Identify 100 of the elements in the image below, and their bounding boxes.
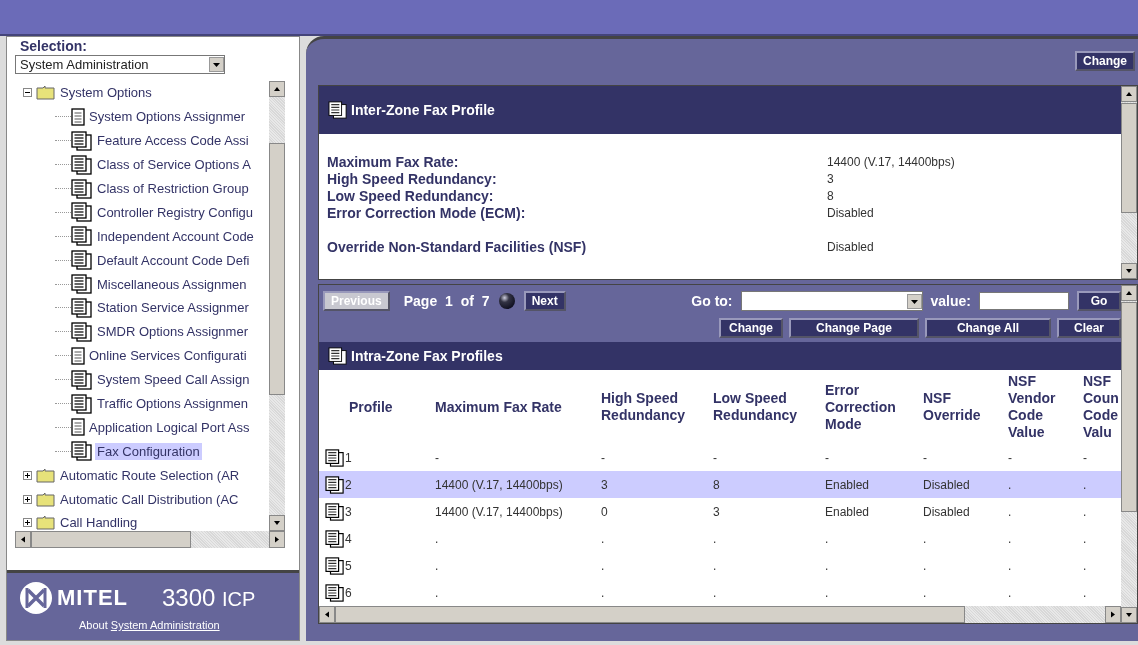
- table-cell: .: [601, 531, 605, 546]
- panel-title: Intra-Zone Fax Profiles: [351, 348, 503, 364]
- table-cell: .: [1083, 558, 1087, 573]
- table-cell: .: [923, 585, 927, 600]
- table-cell: .: [713, 585, 717, 600]
- tree-item[interactable]: Fax Configuration: [95, 442, 202, 460]
- about-text: About: [79, 619, 108, 631]
- tree-item[interactable]: Feature Access Code Assi: [95, 132, 251, 150]
- table-cell: -: [825, 450, 829, 465]
- column-header: NSF Vendor Code Value: [1008, 372, 1057, 442]
- change-button[interactable]: Change: [1075, 51, 1135, 71]
- column-header: High Speed Redundancy: [601, 389, 686, 425]
- table-cell: .: [825, 531, 829, 546]
- column-header: Profile: [348, 397, 394, 417]
- action-button[interactable]: Change Page: [789, 318, 919, 338]
- column-header: Maximum Fax Rate: [435, 397, 563, 417]
- tree-item[interactable]: Class of Restriction Group: [95, 180, 251, 197]
- table-cell: 14400 (V.17, 14400bps): [435, 504, 563, 519]
- table-row[interactable]: 5 . . . . . . .: [319, 552, 1121, 579]
- table-cell: .: [923, 531, 927, 546]
- table-cell: 3: [345, 504, 352, 519]
- field-value: 14400 (V.17, 14400bps): [827, 154, 955, 171]
- tree-item[interactable]: Independent Account Code: [95, 227, 256, 245]
- table-cell: .: [435, 558, 439, 573]
- action-button[interactable]: Change: [719, 318, 783, 338]
- page-indicator: Page 1 of 7: [403, 293, 490, 309]
- table-cell: .: [1008, 504, 1012, 519]
- table-cell: .: [435, 585, 439, 600]
- table-cell: .: [601, 585, 605, 600]
- tree-item[interactable]: Station Service Assignmer: [95, 299, 251, 317]
- table-cell: 1: [345, 450, 352, 465]
- column-header: Low Speed Redundancy: [713, 389, 798, 425]
- table-cell: 6: [345, 585, 352, 600]
- table-row[interactable]: 3 14400 (V.17, 14400bps) 0 3 Enabled Disabled . .: [319, 498, 1121, 525]
- table-cell: -: [713, 450, 717, 465]
- table-cell: .: [1008, 585, 1012, 600]
- field-label: Maximum Fax Rate:: [327, 154, 460, 171]
- table-cell: Enabled: [825, 477, 870, 492]
- tree-item[interactable]: Automatic Route Selection (AR: [58, 466, 242, 484]
- field-label: Low Speed Redundancy:: [327, 188, 495, 205]
- tree-item[interactable]: Online Services Configurati: [87, 347, 249, 365]
- tree-item[interactable]: Automatic Call Distribution (AC: [58, 490, 241, 508]
- tree-item[interactable]: System Options: [58, 84, 154, 102]
- table-cell: .: [713, 558, 717, 573]
- table-cell: 4: [345, 531, 352, 546]
- table-row[interactable]: 2 14400 (V.17, 14400bps) 3 8 Enabled Disabled . .: [319, 471, 1121, 498]
- table-cell: .: [1083, 477, 1087, 492]
- table-cell: -: [435, 450, 439, 465]
- table-cell: 14400 (V.17, 14400bps): [435, 477, 563, 492]
- table-cell: -: [601, 450, 605, 465]
- logo-text: MITEL: [57, 585, 128, 611]
- selection-dropdown[interactable]: System Administration: [15, 55, 225, 74]
- tree-item[interactable]: Miscellaneous Assignmen: [95, 275, 249, 293]
- go-button[interactable]: Go: [1077, 291, 1121, 311]
- tree-item[interactable]: System Speed Call Assign: [95, 371, 252, 389]
- table-row[interactable]: 6 . . . . . . .: [319, 579, 1121, 606]
- column-header: NSF Coun Code Valu: [1083, 372, 1119, 442]
- goto-label: Go to:: [691, 293, 733, 309]
- table-cell: 5: [345, 558, 352, 573]
- field-label: High Speed Redundancy:: [327, 171, 498, 188]
- table-cell: Enabled: [825, 504, 870, 519]
- table-cell: .: [923, 558, 927, 573]
- table-cell: .: [825, 558, 829, 573]
- tree-item[interactable]: SMDR Options Assignmer: [95, 323, 250, 341]
- table-cell: .: [1008, 531, 1012, 546]
- action-button[interactable]: Change All: [925, 318, 1051, 338]
- selection-label: Selection:: [19, 37, 88, 54]
- table-cell: -: [1083, 450, 1087, 465]
- table-cell: Disabled: [923, 477, 970, 492]
- tree-item[interactable]: System Options Assignmer: [87, 108, 248, 126]
- field-value: Disabled: [827, 239, 874, 256]
- panel-title: Inter-Zone Fax Profile: [351, 102, 495, 118]
- table-cell: 3: [601, 477, 608, 492]
- tree-item[interactable]: Class of Service Options A: [95, 156, 253, 174]
- field-label: Override Non-Standard Facilities (NSF): [327, 239, 588, 256]
- tree-item[interactable]: Default Account Code Defi: [95, 251, 252, 269]
- field-value: 8: [827, 188, 834, 205]
- tree-item[interactable]: Application Logical Port Ass: [87, 418, 252, 436]
- table-cell: .: [601, 558, 605, 573]
- table-cell: .: [435, 531, 439, 546]
- column-header: NSF Override: [923, 389, 982, 425]
- tree-item[interactable]: Controller Registry Configu: [95, 203, 256, 221]
- table-cell: 8: [713, 477, 720, 492]
- column-header: Error Correction Mode: [825, 380, 897, 434]
- tree-item[interactable]: Traffic Options Assignmen: [95, 395, 250, 412]
- tree-item[interactable]: Call Handling: [58, 514, 140, 531]
- table-cell: .: [713, 531, 717, 546]
- value-label: value:: [930, 293, 971, 309]
- action-button[interactable]: Clear: [1057, 318, 1121, 338]
- field-value: Disabled: [827, 205, 874, 222]
- table-row[interactable]: 1 - - - - - - -: [319, 444, 1121, 471]
- table-cell: .: [825, 585, 829, 600]
- field-value: 3: [827, 171, 834, 188]
- table-cell: 3: [713, 504, 720, 519]
- about-link[interactable]: System Administration: [110, 619, 220, 631]
- table-row[interactable]: 4 . . . . . . .: [319, 525, 1121, 552]
- table-cell: .: [1008, 558, 1012, 573]
- table-cell: .: [1083, 585, 1087, 600]
- table-cell: .: [1008, 477, 1012, 492]
- next-button[interactable]: Next: [523, 291, 566, 311]
